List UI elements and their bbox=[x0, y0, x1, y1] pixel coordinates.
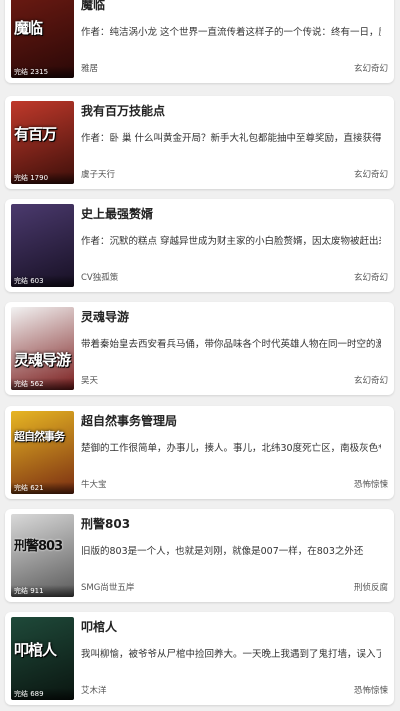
cover-title: 刑警803 bbox=[14, 539, 63, 554]
book-genre: 恐怖惊悚 bbox=[353, 686, 388, 696]
book-title[interactable]: 灵魂导游 bbox=[81, 308, 129, 325]
book-cover[interactable]: 刑警803 完结 911 bbox=[11, 514, 74, 597]
book-author: CV独孤策 bbox=[81, 273, 119, 283]
book-cover[interactable]: 魔临 完结 2315 bbox=[11, 0, 74, 78]
book-author: 雅居 bbox=[81, 64, 99, 74]
book-description: 旧版的803是一个人，也就是刘刚，就像是007一样，在803之外还 bbox=[81, 546, 364, 557]
book-title[interactable]: 超自然事务管理局 bbox=[81, 412, 177, 429]
cover-title: 魔临 bbox=[14, 19, 43, 37]
cover-title: 超自然事务 bbox=[14, 430, 65, 443]
book-description: 作者：纯洁涡小龙 这个世界一直流传着这样子的一个传说：终有一日，魔 bbox=[81, 27, 381, 38]
book-card[interactable]: 魔临 完结 2315 魔临 作者：纯洁涡小龙 这个世界一直流传着这样子的一个传说… bbox=[5, 0, 394, 83]
book-cover[interactable]: 超自然事务 完结 621 bbox=[11, 411, 74, 494]
book-list: 魔临 完结 2315 魔临 作者：纯洁涡小龙 这个世界一直流传着这样子的一个传说… bbox=[0, 0, 400, 711]
book-title[interactable]: 叩棺人 bbox=[81, 618, 117, 635]
book-title[interactable]: 刑警803 bbox=[81, 515, 130, 532]
cover-badge: 完结 2315 bbox=[11, 66, 74, 78]
cover-badge: 完结 911 bbox=[11, 585, 74, 597]
book-card[interactable]: 有百万 完结 1790 我有百万技能点 作者：卧 巢 什么叫黄金开局？新手大礼包… bbox=[5, 96, 394, 189]
book-card[interactable]: 灵魂导游 完结 562 灵魂导游 带着秦始皇去西安看兵马俑，带你品味各个时代英雄… bbox=[5, 302, 394, 395]
cover-title: 灵魂导游 bbox=[14, 351, 71, 369]
book-title[interactable]: 魔临 bbox=[81, 0, 105, 13]
book-card[interactable]: 完结 603 史上最强赘婿 作者：沉默的糕点 穿越异世成为财主家的小白脸赘婿，因… bbox=[5, 199, 394, 292]
book-cover[interactable]: 灵魂导游 完结 562 bbox=[11, 307, 74, 390]
book-author: 艾木洋 bbox=[81, 686, 107, 696]
book-description: 带着秦始皇去西安看兵马俑，带你品味各个时代英雄人物在同一时空的激情 bbox=[81, 339, 381, 350]
book-genre: 玄幻奇幻 bbox=[353, 273, 388, 283]
book-author: SMG尚世五岸 bbox=[81, 583, 135, 593]
cover-badge: 完结 1790 bbox=[11, 172, 74, 184]
book-genre: 刑侦反腐 bbox=[353, 583, 388, 593]
book-genre: 恐怖惊悚 bbox=[353, 480, 388, 490]
cover-title: 有百万 bbox=[14, 125, 57, 143]
book-author: 虞子天行 bbox=[81, 170, 116, 180]
cover-badge: 完结 689 bbox=[11, 688, 74, 700]
book-author: 吴天 bbox=[81, 376, 99, 386]
book-description: 我叫柳愉，被爷爷从尸棺中捡回养大。一天晚上我遇到了鬼打墙，误入了 bbox=[81, 649, 381, 660]
cover-badge: 完结 562 bbox=[11, 378, 74, 390]
book-cover[interactable]: 有百万 完结 1790 bbox=[11, 101, 74, 184]
book-cover[interactable]: 叩棺人 完结 689 bbox=[11, 617, 74, 700]
book-genre: 玄幻奇幻 bbox=[353, 376, 388, 386]
cover-badge: 完结 621 bbox=[11, 482, 74, 494]
cover-title: 叩棺人 bbox=[14, 641, 57, 659]
book-card[interactable]: 刑警803 完结 911 刑警803 旧版的803是一个人，也就是刘刚，就像是0… bbox=[5, 509, 394, 602]
book-description: 楚御的工作很简单，办事儿，揍人。事儿，北纬30度死亡区，南极灰色* bbox=[81, 443, 381, 454]
book-card[interactable]: 叩棺人 完结 689 叩棺人 我叫柳愉，被爷爷从尸棺中捡回养大。一天晚上我遇到了… bbox=[5, 612, 394, 705]
book-genre: 玄幻奇幻 bbox=[353, 64, 388, 74]
cover-badge: 完结 603 bbox=[11, 275, 74, 287]
book-title[interactable]: 我有百万技能点 bbox=[81, 102, 165, 119]
book-description: 作者：卧 巢 什么叫黄金开局？新手大礼包都能抽中至尊奖励，直接获得 bbox=[81, 133, 381, 144]
book-genre: 玄幻奇幻 bbox=[353, 170, 388, 180]
book-author: 牛大宝 bbox=[81, 480, 107, 490]
book-cover[interactable]: 完结 603 bbox=[11, 204, 74, 287]
book-description: 作者：沉默的糕点 穿越异世成为财主家的小白脸赘婿，因太废物被赶出来 bbox=[81, 236, 381, 247]
book-title[interactable]: 史上最强赘婿 bbox=[81, 205, 153, 222]
book-card[interactable]: 超自然事务 完结 621 超自然事务管理局 楚御的工作很简单，办事儿，揍人。事儿… bbox=[5, 406, 394, 499]
